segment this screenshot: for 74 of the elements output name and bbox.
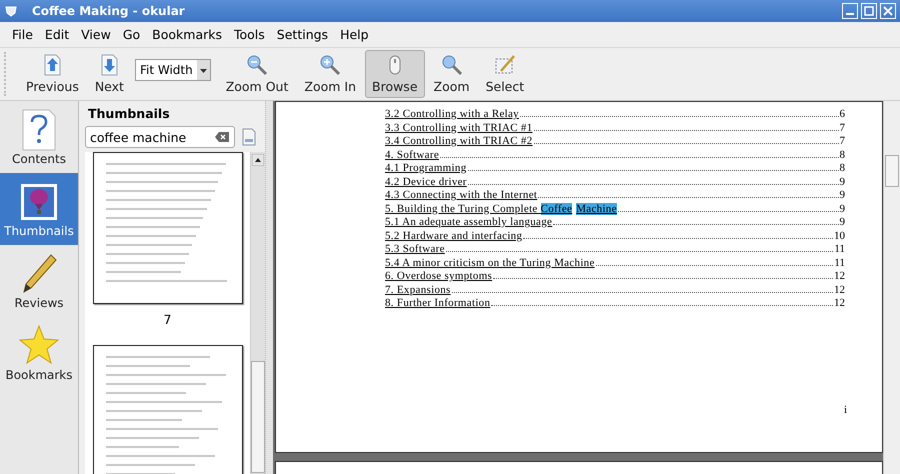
maximize-button[interactable] xyxy=(861,3,877,19)
toc-page-number: 12 xyxy=(834,270,845,282)
sidebar-item[interactable]: Contents xyxy=(0,101,78,173)
toc-page-number: 11 xyxy=(834,256,845,268)
clear-icon[interactable] xyxy=(215,132,229,142)
page-number: 7 xyxy=(164,311,172,329)
toolbar-button[interactable]: Zoom Out xyxy=(218,50,296,98)
toc-entry[interactable]: 3.4 Controlling with TRIAC #2 xyxy=(385,135,533,147)
menu-item[interactable]: Go xyxy=(116,27,146,42)
zoom-out-icon xyxy=(245,53,270,77)
sidebar-item[interactable]: Reviews xyxy=(0,245,78,317)
toc-page-number: 10 xyxy=(834,230,845,242)
toc-entry[interactable]: 6. Overdose symptoms xyxy=(385,270,492,282)
scrollbar-thumb[interactable] xyxy=(251,361,265,473)
menu-item[interactable]: File xyxy=(6,27,39,42)
toc-entry[interactable]: 4.2 Device driver xyxy=(385,176,467,188)
toc-entry[interactable]: 7. Expansions xyxy=(385,284,451,296)
toc-page-number: 9 xyxy=(840,176,845,188)
maximize-icon xyxy=(864,6,874,16)
page-thumbnail[interactable] xyxy=(92,345,242,474)
toc-page-number: 9 xyxy=(840,189,845,201)
window-title: Coffee Making - okular xyxy=(32,4,185,18)
zoom-in-icon xyxy=(318,53,342,77)
toc-entry[interactable]: 5.1 An adequate assembly language xyxy=(385,216,552,228)
minimize-icon xyxy=(846,12,854,14)
toc-entry[interactable]: 4.3 Connecting with the Internet xyxy=(385,189,538,201)
page-number: i xyxy=(844,404,848,416)
close-button[interactable] xyxy=(880,3,896,19)
scrollbar[interactable] xyxy=(250,152,265,474)
scrollbar[interactable] xyxy=(883,101,900,474)
toc-page-number: 7 xyxy=(840,122,845,134)
minimize-button[interactable] xyxy=(842,3,858,19)
toc-page-number: 8 xyxy=(840,148,845,160)
toc-entry[interactable]: 5.3 Software xyxy=(385,243,445,255)
toc-entry[interactable]: 3.2 Controlling with a Relay xyxy=(385,108,519,120)
magnifier-icon xyxy=(440,53,464,77)
menu-item[interactable]: Bookmarks xyxy=(146,27,228,42)
panel-title: Thumbnails xyxy=(87,105,171,123)
toolbar-button[interactable]: Next xyxy=(88,50,131,98)
sidebar-item[interactable]: Bookmarks xyxy=(0,317,78,389)
menu-item[interactable]: Help xyxy=(334,27,375,42)
toc-entry[interactable]: 3.3 Controlling with TRIAC #1 xyxy=(385,122,533,134)
document-icon[interactable] xyxy=(241,128,257,146)
toolbar-button[interactable]: Browse xyxy=(365,50,425,98)
toc-page-number: 11 xyxy=(834,243,845,255)
sidebar-item[interactable]: Thumbnails xyxy=(0,173,78,245)
toc-page-number: 7 xyxy=(840,135,845,147)
toc-entry[interactable]: 5.4 A minor criticism on the Turing Machine xyxy=(385,256,595,268)
search-field[interactable]: coffee machine xyxy=(85,126,235,148)
toc-entry[interactable]: 8. Further Information xyxy=(385,297,490,309)
toolbar-button[interactable]: Zoom xyxy=(426,50,477,98)
scroll-up-icon[interactable] xyxy=(252,154,264,166)
close-icon xyxy=(883,6,893,16)
toc-entry[interactable]: 4.1 Programming xyxy=(385,162,466,174)
menu-item[interactable]: Tools xyxy=(228,27,271,42)
toolbar-button[interactable]: Zoom In xyxy=(297,50,363,98)
toc-entry[interactable]: 5. Building the Turing Complete Coffee Machine xyxy=(385,202,617,214)
toc-page-number: 9 xyxy=(840,216,845,228)
menu-item[interactable]: View xyxy=(75,27,117,42)
toc-entry[interactable]: 5.2 Hardware and interfacing xyxy=(385,230,522,242)
app-icon xyxy=(4,4,18,18)
toc-page-number: 12 xyxy=(834,297,845,309)
toolbar-button[interactable]: Previous xyxy=(19,50,86,98)
toolbar-button[interactable]: Select xyxy=(478,50,532,98)
menu-item[interactable]: Settings xyxy=(270,27,334,42)
menu-item[interactable]: Edit xyxy=(38,27,76,42)
toc-page-number: 12 xyxy=(834,284,845,296)
toc-entry[interactable]: 4. Software xyxy=(385,148,440,160)
scrollbar-thumb[interactable] xyxy=(885,155,899,187)
page-thumbnail[interactable] xyxy=(92,152,242,304)
toc-page-number: 6 xyxy=(840,108,845,120)
toc-page-number: 8 xyxy=(840,162,845,174)
toc-page-number: 9 xyxy=(840,202,845,214)
zoom-dropdown[interactable]: Fit Width xyxy=(134,59,211,81)
